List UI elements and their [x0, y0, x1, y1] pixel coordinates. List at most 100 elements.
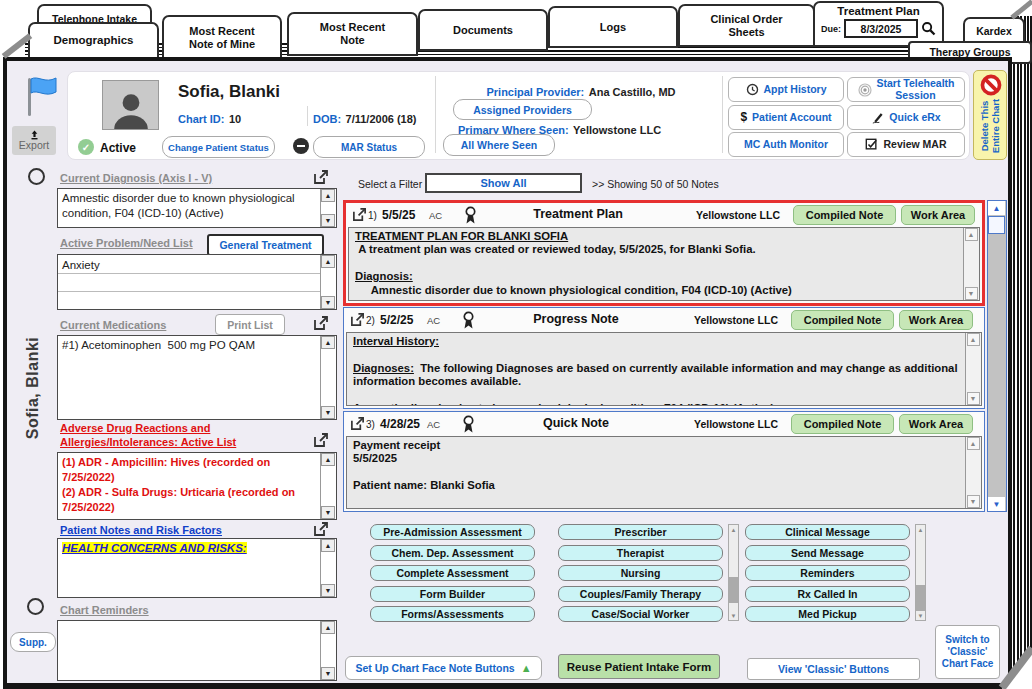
general-treatment-button[interactable]: General Treatment — [207, 234, 324, 256]
quick-erx-button[interactable]: Quick eRx — [847, 105, 965, 130]
quick-button[interactable]: Clinical Message — [745, 524, 910, 540]
note-line — [353, 466, 960, 480]
adr-expand-icon[interactable] — [313, 432, 329, 448]
export-label: Export — [19, 140, 49, 151]
medications-box[interactable]: #1) Acetominophen 500 mg PO QAM ▲▼ — [57, 335, 337, 420]
reuse-intake-form-button[interactable]: Reuse Patient Intake Form — [558, 654, 720, 679]
note-line: A treatment plan was created or reviewed… — [355, 243, 958, 257]
work-area-button[interactable]: Work Area — [901, 205, 975, 225]
change-patient-status-button[interactable]: Change Patient Status — [162, 136, 275, 158]
quick-button[interactable]: Chem. Dep. Assessment — [370, 545, 535, 561]
flag-icon[interactable] — [24, 74, 60, 120]
diagnosis-radio[interactable] — [28, 168, 45, 185]
chart-reminders-box[interactable]: ▲▼ — [57, 620, 337, 681]
mc-auth-label: MC Auth Monitor — [744, 139, 828, 151]
quick-buttons-scrollbar-1[interactable]: ▲▼ — [728, 524, 739, 621]
stacked-windows-edge — [1012, 16, 1032, 689]
minus-icon[interactable] — [293, 138, 309, 154]
patient-notes-box[interactable]: HEALTH CONCERNS AND RISKS: ▲▼ — [57, 538, 337, 598]
tab-logs[interactable]: Logs — [548, 6, 678, 48]
chart-reminders-radio[interactable] — [27, 598, 44, 615]
start-telehealth-button[interactable]: Start Telehealth Session — [847, 77, 965, 102]
appt-history-button[interactable]: Appt History — [728, 77, 844, 102]
tab-most-recent-note[interactable]: Most Recent Note — [287, 12, 418, 56]
medications-expand-icon[interactable] — [313, 315, 329, 331]
tab-documents[interactable]: Documents — [418, 9, 548, 51]
showing-notes-text: >> Showing 50 of 50 Notes — [592, 178, 719, 190]
note-scrollbar[interactable]: ▲▼ — [965, 333, 981, 405]
diagnosis-box[interactable]: Amnestic disorder due to known physiolog… — [57, 188, 337, 228]
adr-heading: Adverse Drug Reactions and Allergies/Int… — [60, 421, 236, 449]
patient-name-vertical: Sofia, Blanki — [16, 330, 50, 446]
principal-provider-label: Principal Provider: — [486, 86, 584, 98]
adr-item: (1) ADR - Ampicillin: Hives (recorded on… — [62, 455, 318, 485]
export-button[interactable]: Export — [12, 126, 56, 155]
tab-clinical-order-sheets[interactable]: Clinical Order Sheets — [678, 4, 815, 47]
principal-provider-value: Ana Castillo, MD — [589, 86, 676, 98]
quick-button[interactable]: Reminders — [745, 565, 910, 581]
quick-buttons-scrollbar-2[interactable]: ▲▼ — [915, 524, 926, 621]
note-expand-icon[interactable] — [350, 312, 365, 327]
switch-classic-chart-face-button[interactable]: Switch to 'Classic' Chart Face — [935, 625, 1000, 679]
patient-status: Active — [100, 141, 136, 155]
note-date: 5/2/25 — [380, 313, 413, 327]
patient-notes-expand-icon[interactable] — [313, 521, 329, 537]
quick-button[interactable]: Prescriber — [558, 524, 723, 540]
tab-demographics[interactable]: Demographics — [28, 22, 159, 58]
review-mar-button[interactable]: Review MAR — [847, 132, 965, 157]
patient-notes-heading: Patient Notes and Risk Factors — [60, 524, 222, 536]
ribbon-icon — [464, 206, 477, 225]
quick-button[interactable]: Forms/Assessments — [370, 606, 535, 622]
print-list-button[interactable]: Print List — [215, 314, 285, 335]
quick-button[interactable]: Nursing — [558, 565, 723, 581]
mar-status-button[interactable]: MAR Status — [313, 136, 425, 158]
supp-button[interactable]: Supp. — [10, 632, 56, 652]
treatment-plan-due-input[interactable]: 8/3/2025 — [844, 19, 918, 38]
view-classic-buttons-button[interactable]: View 'Classic' Buttons — [747, 658, 920, 680]
scroll-down-icon[interactable]: ▼ — [988, 497, 1005, 511]
patient-account-button[interactable]: $ Patient Account — [728, 105, 844, 130]
work-area-button[interactable]: Work Area — [899, 310, 973, 330]
adr-box[interactable]: (1) ADR - Ampicillin: Hives (recorded on… — [57, 452, 337, 520]
quick-button[interactable]: Therapist — [558, 545, 723, 561]
note-location: Yellowstone LLC — [644, 418, 778, 430]
notes-scrollbar-thumb[interactable] — [988, 216, 1005, 234]
note-scrollbar[interactable]: ▲▼ — [963, 228, 979, 300]
note-scrollbar[interactable]: ▲▼ — [965, 437, 981, 508]
search-icon[interactable] — [921, 21, 936, 36]
quick-button[interactable]: Rx Called In — [745, 586, 910, 602]
assigned-providers-button[interactable]: Assigned Providers — [453, 99, 592, 120]
quick-button[interactable]: Med Pickup — [745, 606, 910, 622]
quick-button[interactable]: Couples/Family Therapy — [558, 586, 723, 602]
scroll-up-icon[interactable]: ▲ — [988, 201, 1005, 215]
quick-button[interactable]: Case/Social Worker — [558, 606, 723, 622]
patient-name: Sofia, Blanki — [178, 82, 280, 102]
appt-history-label: Appt History — [764, 84, 827, 96]
filter-button[interactable]: Show All — [425, 173, 582, 193]
all-where-seen-button[interactable]: All Where Seen — [443, 134, 555, 156]
note-date: 5/5/25 — [382, 208, 415, 222]
quick-button[interactable]: Send Message — [745, 545, 910, 561]
compiled-note-button[interactable]: Compiled Note — [793, 205, 896, 225]
review-mar-label: Review MAR — [883, 139, 946, 151]
compiled-note-button[interactable]: Compiled Note — [791, 414, 894, 434]
quick-button[interactable]: Form Builder — [370, 586, 535, 602]
tab-most-recent-note-of-mine[interactable]: Most Recent Note of Mine — [162, 15, 282, 61]
note-line: Patient name: Blanki Sofia — [353, 479, 960, 493]
chart-id-label: Chart ID: — [178, 113, 224, 125]
compiled-note-button[interactable]: Compiled Note — [791, 310, 894, 330]
quick-button[interactable]: Complete Assessment — [370, 565, 535, 581]
quick-button[interactable]: Pre-Admission Assessment — [370, 524, 535, 540]
note-expand-icon[interactable] — [350, 416, 365, 431]
delete-entire-chart-button[interactable]: Delete This Entire Chart — [973, 70, 1007, 160]
work-area-button[interactable]: Work Area — [899, 414, 973, 434]
setup-chart-face-button[interactable]: Set Up Chart Face Note Buttons ▲ — [345, 656, 542, 680]
mc-auth-monitor-button[interactable]: MC Auth Monitor — [728, 132, 844, 157]
diagnosis-expand-icon[interactable] — [313, 169, 329, 185]
checkbox-icon — [865, 138, 878, 151]
notes-scrollbar[interactable]: ▲ ▼ — [987, 200, 1007, 512]
problem-list-heading: Active Problem/Need List — [60, 237, 193, 249]
problem-list-box[interactable]: Anxiety ▲▼ — [57, 254, 337, 310]
note-expand-icon[interactable] — [352, 207, 367, 222]
note-body: Interval History: Diagnoses: The followi… — [346, 332, 982, 406]
